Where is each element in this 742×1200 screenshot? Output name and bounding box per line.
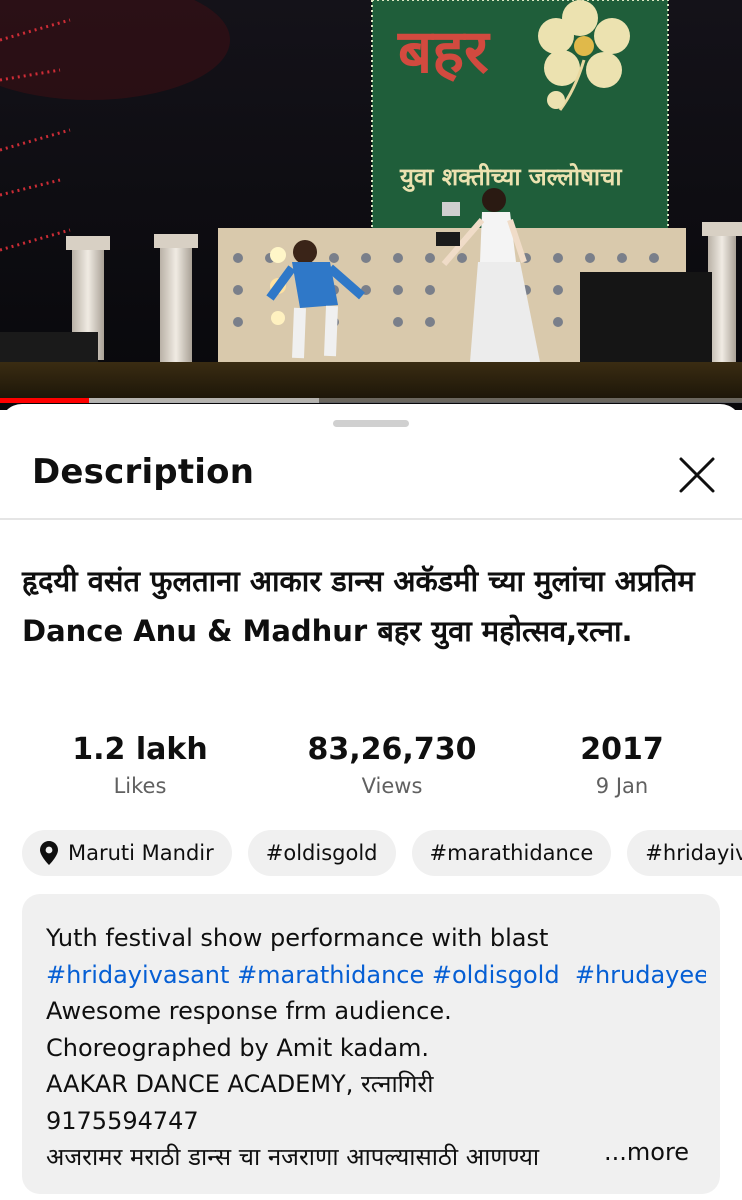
likes-stat: 1.2 lakh Likes — [30, 730, 250, 798]
views-stat: 83,26,730 Views — [282, 730, 502, 798]
close-button[interactable] — [670, 448, 724, 502]
hashtag-chip-marathidance[interactable]: #marathidance — [411, 830, 612, 876]
hashtag-chip-hridayivasant[interactable]: #hridayivasant — [627, 830, 742, 876]
description-line: Awesome response frm audience. — [46, 997, 452, 1025]
likes-count: 1.2 lakh — [72, 732, 208, 767]
video-frame: बहर युवा शक्तीच्या जल्लोषाचा — [0, 0, 742, 410]
location-chip[interactable]: Maruti Mandir — [22, 830, 232, 876]
video-progress-bar[interactable] — [0, 398, 742, 403]
upload-year: 2017 — [580, 732, 664, 767]
description-line: AAKAR DANCE ACADEMY, रत्नागिरी — [46, 1070, 434, 1098]
description-line: Choreographed by Amit kadam. — [46, 1033, 430, 1062]
description-sheet: Description हृदयी वसंत फुलताना आकार डान्… — [0, 404, 742, 1200]
hashtag-chip-oldisgold[interactable]: #oldisgold — [247, 830, 396, 876]
banner-subtext: युवा शक्तीच्या जल्लोषाचा — [399, 163, 622, 192]
divider — [0, 518, 742, 520]
views-count: 83,26,730 — [307, 732, 477, 767]
video-title: हृदयी वसंत फुलताना आकार डान्स अकॅडमी च्य… — [22, 564, 695, 648]
upload-date: 9 Jan — [595, 774, 649, 798]
hashtag-line: #hridayivasant #marathidance #oldisgold … — [46, 957, 706, 994]
location-chip-label: Maruti Mandir — [68, 841, 214, 865]
likes-label: Likes — [113, 774, 167, 798]
description-box[interactable]: Yuth festival show performance with blas… — [22, 894, 720, 1194]
video-stats: 1.2 lakh Likes 83,26,730 Views 2017 9 Ja… — [0, 730, 742, 810]
video-player[interactable]: बहर युवा शक्तीच्या जल्लोषाचा — [0, 0, 742, 410]
phone-number: 9175594747 — [46, 1106, 199, 1135]
location-pin-icon — [40, 841, 58, 865]
sheet-title: Description — [32, 452, 255, 492]
views-label: Views — [361, 774, 423, 798]
description-line: Yuth festival show performance with blas… — [46, 924, 549, 952]
hashtag-link[interactable]: #hridayivasant — [46, 961, 229, 989]
banner-text: बहर — [397, 17, 491, 87]
drag-handle[interactable] — [333, 420, 409, 427]
close-icon — [679, 457, 715, 493]
more-button[interactable]: ...more — [580, 1138, 690, 1166]
chip-row: Maruti Mandir #oldisgold #marathidance #hr… — [22, 830, 742, 876]
date-stat: 2017 9 Jan — [512, 730, 732, 798]
hashtag-link[interactable]: #oldisgold — [432, 961, 560, 989]
progress-played — [0, 398, 90, 403]
hashtag-link[interactable]: #marathidance — [237, 961, 424, 989]
hashtag-link[interactable]: #hrudayee — [575, 961, 706, 989]
